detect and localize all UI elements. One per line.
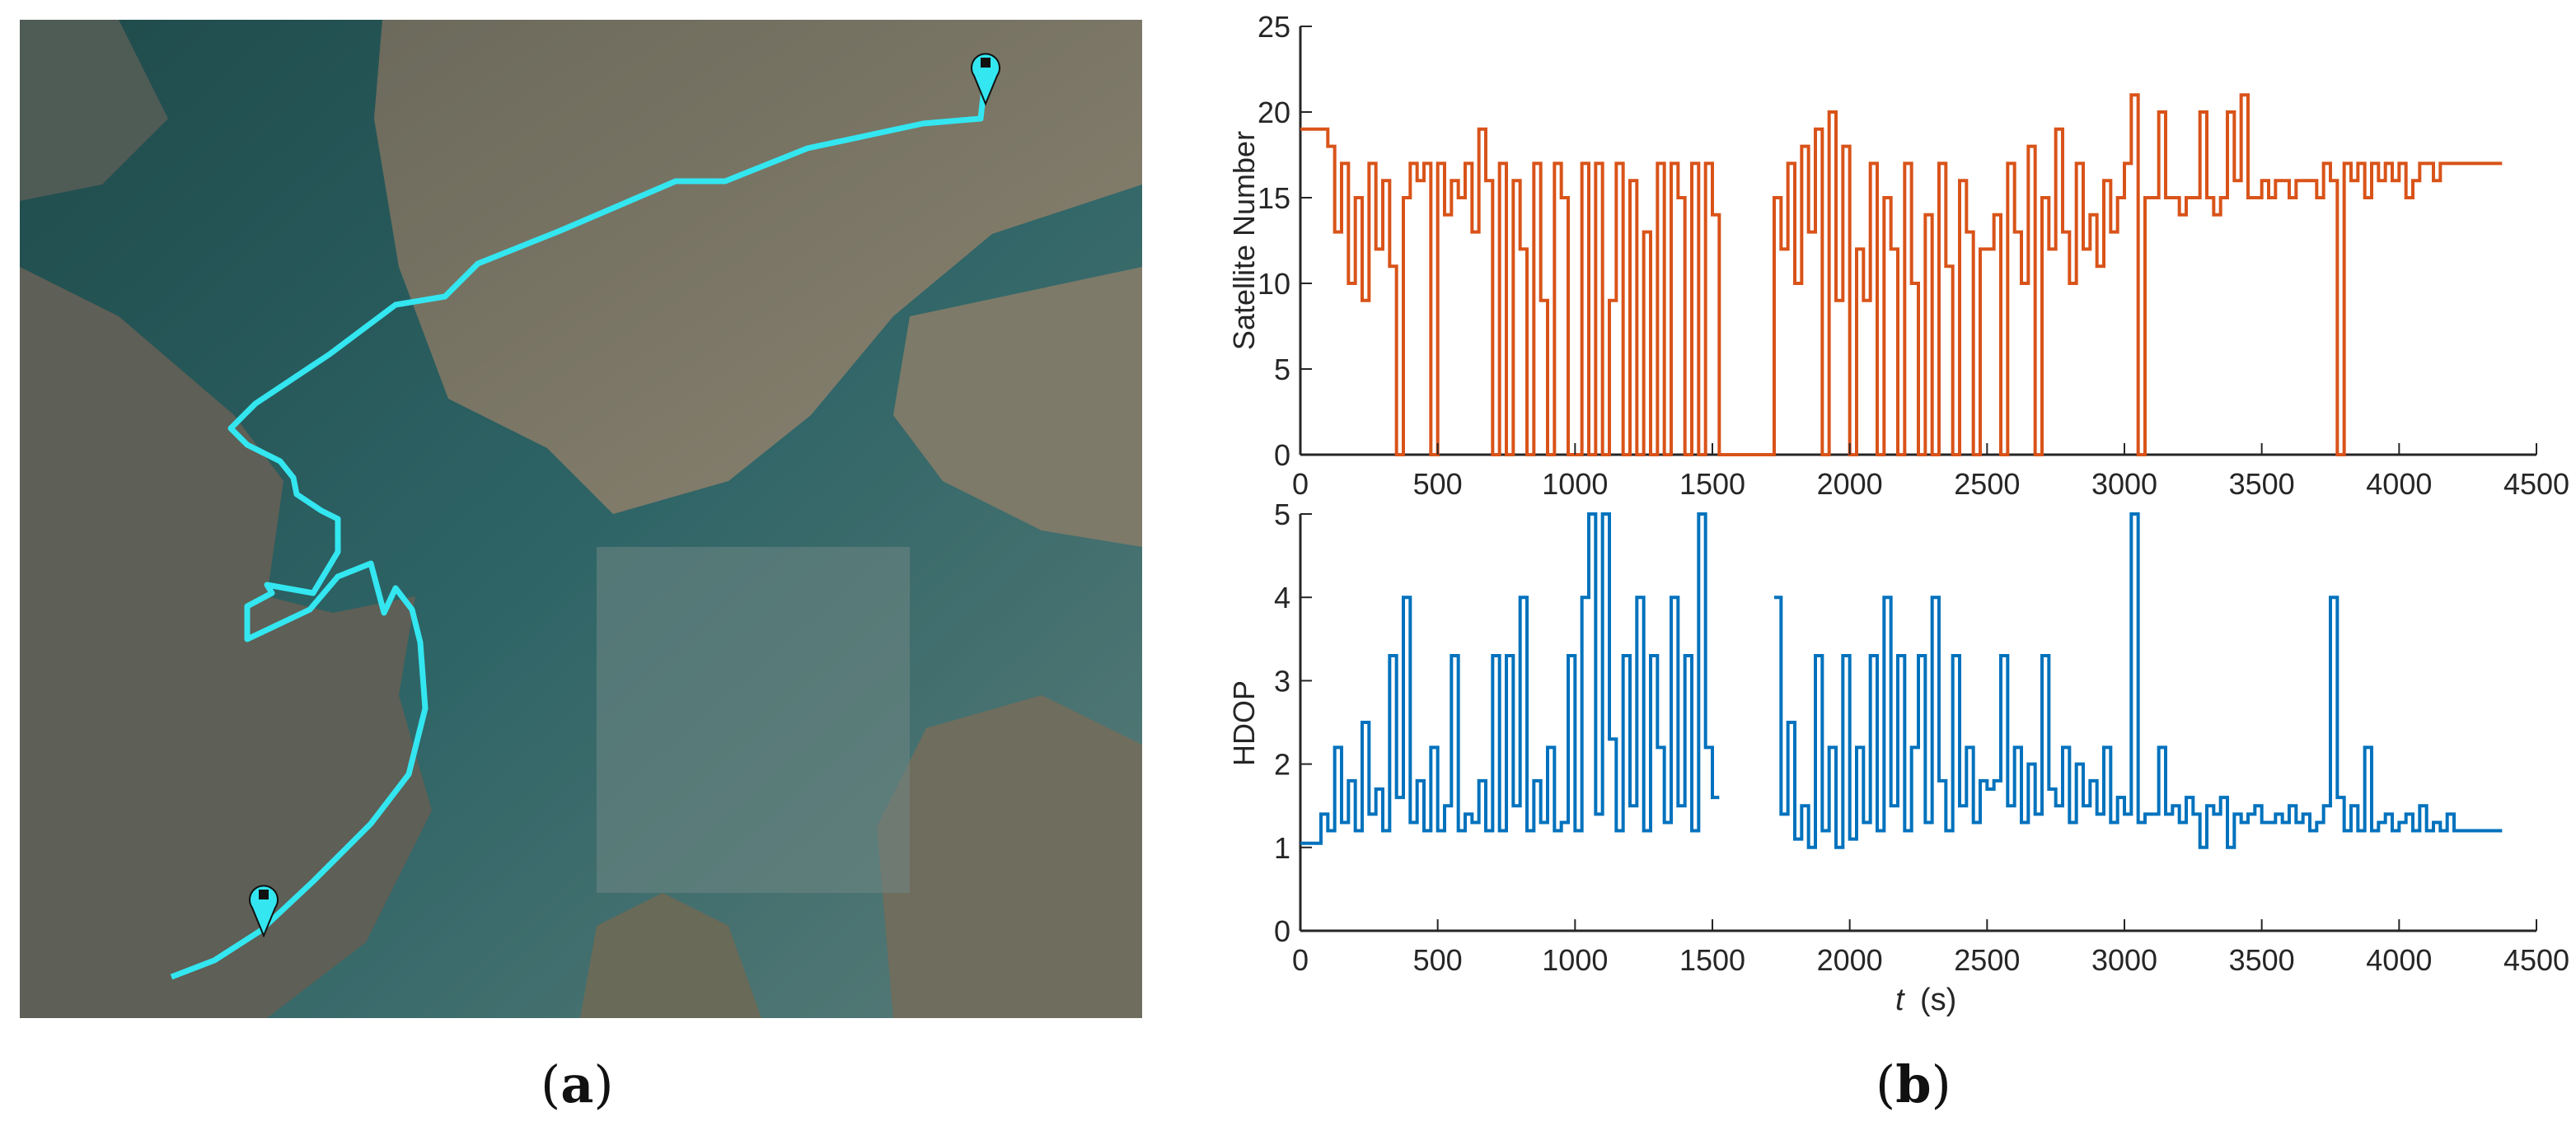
x-tick-label: 500 [1413, 943, 1463, 977]
y-tick: 5 [1274, 498, 1312, 531]
x-tick: 3500 [2229, 443, 2295, 501]
x-tick-label: 4000 [2366, 943, 2432, 977]
y-tick: 15 [1258, 181, 1312, 215]
hdop-series [1300, 512, 2503, 849]
x-tick-label: 3500 [2229, 467, 2295, 501]
x-tick: 4000 [2366, 443, 2432, 501]
x-tick-label: 2500 [1954, 467, 2020, 501]
satellite-number-chart: 0 500 1000 1500 2000 2500 3000 3500 4000 4500 0 5 10… [1258, 10, 2569, 501]
y-tick-label: 1 [1274, 831, 1290, 865]
x-tick: 1500 [1679, 443, 1745, 501]
hdop-chart: 0 500 1000 1500 2000 2500 3000 3500 4000 4500 0 1 2 3… [1274, 498, 2569, 977]
x-tick-label: 1000 [1542, 943, 1608, 977]
x-tick: 2000 [1817, 919, 1883, 977]
x-tick: 500 [1413, 919, 1463, 977]
x-tick: 2500 [1954, 919, 2020, 977]
x-tick-label: 4500 [2503, 943, 2569, 977]
x-tick-label: 0 [1292, 943, 1309, 977]
y-tick-label: 4 [1274, 581, 1290, 614]
y-tick-label: 0 [1274, 914, 1290, 948]
x-axis-label-var: t [1895, 983, 1905, 1017]
x-tick-label: 0 [1292, 467, 1309, 501]
x-tick: 2000 [1817, 443, 1883, 501]
x-tick: 2500 [1954, 443, 2020, 501]
y-tick-label: 5 [1274, 353, 1290, 386]
y-tick-label: 2 [1274, 748, 1290, 782]
y-tick-label: 5 [1274, 498, 1290, 531]
satellite-number-series [1300, 93, 2503, 456]
x-tick-label: 500 [1413, 467, 1463, 501]
y-tick: 5 [1274, 353, 1312, 386]
x-tick: 3000 [2091, 919, 2157, 977]
x-tick: 4500 [2503, 919, 2569, 977]
x-tick: 0 [1292, 919, 1309, 977]
y-tick-label: 20 [1258, 96, 1290, 129]
y-tick: 10 [1258, 267, 1312, 301]
y-tick: 4 [1274, 581, 1312, 614]
x-axis-label-unit: (s) [1920, 983, 1956, 1017]
y-tick-label: 0 [1274, 438, 1290, 472]
x-tick: 1500 [1679, 919, 1745, 977]
x-tick-label: 2500 [1954, 943, 2020, 977]
x-tick-label: 1000 [1542, 467, 1608, 501]
x-tick-label: 3000 [2091, 467, 2157, 501]
y-tick: 3 [1274, 664, 1312, 698]
x-tick: 500 [1413, 443, 1463, 501]
y-tick-label: 3 [1274, 664, 1290, 698]
x-tick-label: 1500 [1679, 943, 1745, 977]
x-tick-label: 3000 [2091, 943, 2157, 977]
x-tick-label: 4500 [2503, 467, 2569, 501]
y-tick-label: 15 [1258, 181, 1290, 215]
x-tick-label: 4000 [2366, 467, 2432, 501]
y-tick: 1 [1274, 831, 1312, 865]
x-tick-label: 2000 [1817, 467, 1883, 501]
y-tick: 2 [1274, 748, 1312, 782]
x-tick: 3000 [2091, 443, 2157, 501]
x-tick-label: 1500 [1679, 467, 1745, 501]
satellite-ylabel: Satellite Number [1227, 131, 1261, 350]
x-tick-label: 2000 [1817, 943, 1883, 977]
y-tick-label: 10 [1258, 267, 1290, 301]
x-tick: 4500 [2503, 443, 2569, 501]
x-tick: 0 [1292, 443, 1309, 501]
y-tick: 20 [1258, 96, 1312, 129]
charts-panel: 0 500 1000 1500 2000 2500 3000 3500 4000 45000510… [1227, 10, 2569, 1017]
y-tick: 25 [1258, 10, 1312, 44]
y-tick-label: 25 [1258, 10, 1290, 44]
x-tick: 4000 [2366, 919, 2432, 977]
x-tick: 1000 [1542, 443, 1608, 501]
x-tick-label: 3500 [2229, 943, 2295, 977]
x-tick: 3500 [2229, 919, 2295, 977]
x-tick: 1000 [1542, 919, 1608, 977]
hdop-ylabel: HDOP [1227, 680, 1261, 766]
